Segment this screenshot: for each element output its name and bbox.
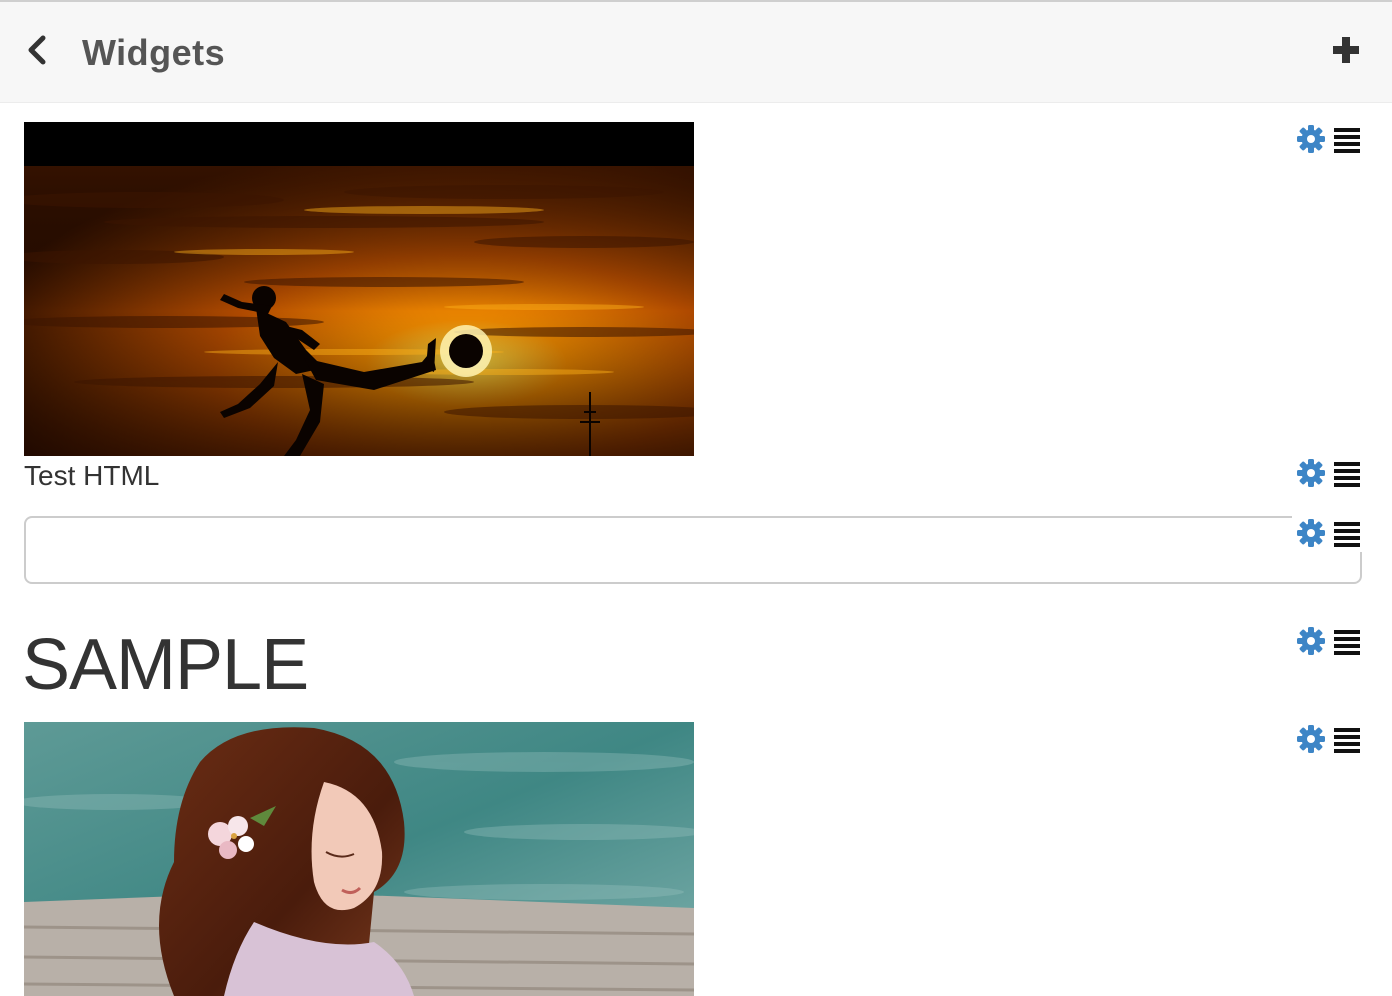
page-title: Widgets (82, 32, 226, 73)
chevron-left-icon (28, 35, 46, 65)
gear-icon[interactable] (1296, 626, 1326, 656)
plus-icon (1333, 37, 1359, 63)
gear-icon[interactable] (1296, 518, 1326, 548)
sunset-soccer-image (24, 122, 694, 456)
widget-controls-4 (1296, 626, 1366, 658)
widget-controls-2 (1296, 458, 1366, 490)
list-icon[interactable] (1332, 126, 1362, 154)
header-bar: Widgets (0, 2, 1392, 103)
back-button[interactable] (24, 34, 52, 68)
widget-controls-3 (1296, 518, 1366, 550)
text-widget-input[interactable] (24, 516, 1362, 584)
gear-icon[interactable] (1296, 724, 1326, 754)
gear-icon[interactable] (1296, 124, 1326, 154)
add-widget-button[interactable] (1330, 34, 1362, 66)
widget-controls-5 (1296, 724, 1366, 756)
list-icon[interactable] (1332, 726, 1362, 754)
widget-controls-1 (1296, 124, 1366, 156)
list-icon[interactable] (1332, 520, 1362, 548)
gear-icon[interactable] (1296, 458, 1326, 488)
portrait-image (24, 722, 694, 996)
html-widget-text: Test HTML (24, 460, 160, 491)
heading-widget-text: SAMPLE (22, 625, 309, 705)
list-icon[interactable] (1332, 460, 1362, 488)
list-icon[interactable] (1332, 628, 1362, 656)
